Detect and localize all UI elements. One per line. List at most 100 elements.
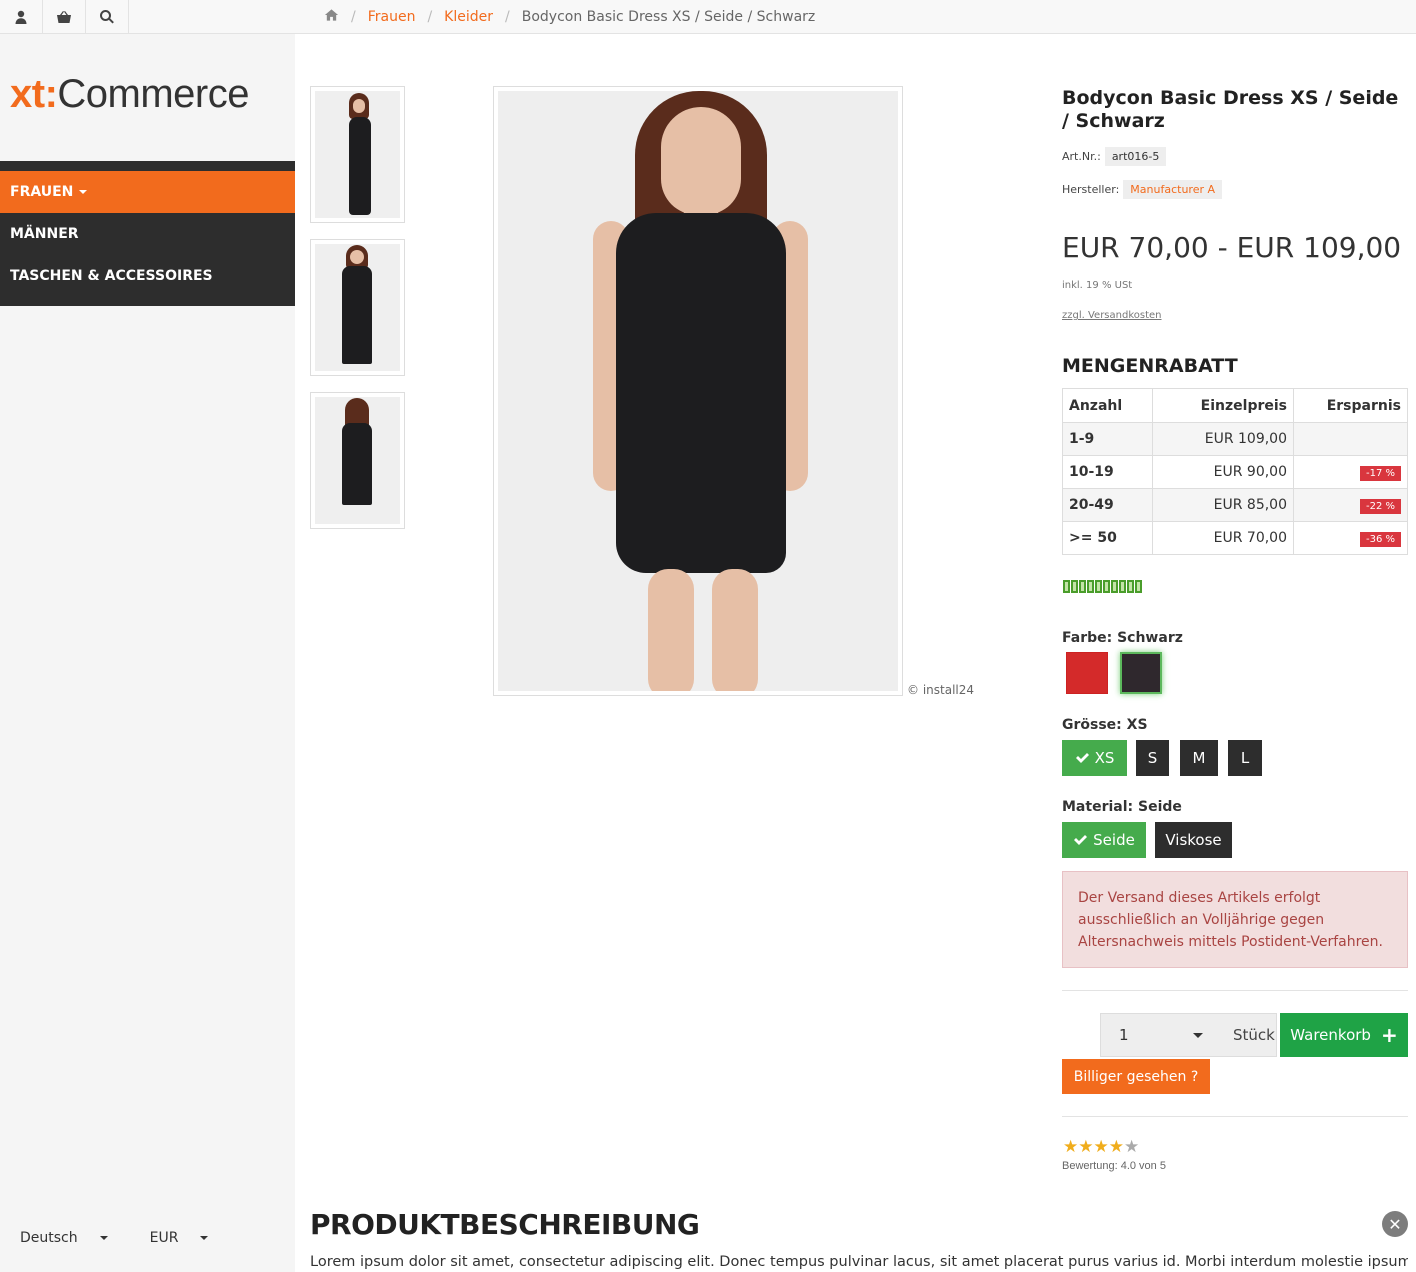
column-header-anzahl: Anzahl — [1062, 388, 1153, 423]
price-range: EUR 70,00 - EUR 109,00 — [1062, 231, 1402, 264]
color-swatch-red[interactable] — [1066, 652, 1108, 694]
add-to-cart-label: Warenkorb — [1290, 1026, 1371, 1044]
sidebar-footer: Deutsch EUR — [20, 1230, 250, 1246]
logo-xt: xt: — [10, 72, 58, 116]
table-row: 20-49 EUR 85,00 -22 % — [1062, 488, 1408, 522]
nav-item-label: MÄNNER — [10, 226, 79, 242]
qty-cell: 10-19 — [1062, 455, 1153, 489]
breadcrumb-frauen[interactable]: Frauen — [368, 9, 416, 25]
thumbnail-3[interactable] — [310, 392, 405, 529]
nav-item-label: FRAUEN — [10, 184, 74, 200]
plus-icon: + — [1380, 1023, 1398, 1047]
language-select[interactable]: Deutsch — [20, 1230, 108, 1246]
size-option-m[interactable]: M — [1180, 740, 1218, 776]
breadcrumb-separator: / — [505, 8, 510, 25]
material-option-seide[interactable]: Seide — [1062, 822, 1146, 858]
basket-button[interactable] — [43, 0, 86, 33]
price-cell: EUR 85,00 — [1152, 488, 1294, 522]
currency-select[interactable]: EUR — [150, 1230, 209, 1246]
star-icon: ★ — [1078, 1137, 1094, 1157]
table-header-row: Anzahl Einzelpreis Ersparnis — [1062, 388, 1408, 423]
star-icon: ★ — [1093, 1137, 1109, 1157]
home-link[interactable] — [324, 8, 339, 26]
article-number-value: art016-5 — [1104, 147, 1167, 166]
saving-cell: -22 % — [1293, 488, 1408, 522]
table-row: 1-9 EUR 109,00 — [1062, 422, 1408, 456]
material-option-viskose[interactable]: Viskose — [1155, 822, 1232, 858]
thumbnail-2[interactable] — [310, 239, 405, 376]
size-option-label: XS — [1094, 749, 1115, 767]
material-option-label: Viskose — [1165, 831, 1222, 849]
manufacturer: Hersteller: Manufacturer A — [1062, 180, 1408, 199]
size-option-label: M — [1192, 749, 1206, 767]
age-verification-alert: Der Versand dieses Artikels erfolgt auss… — [1062, 871, 1408, 968]
star-icon: ★ — [1108, 1137, 1124, 1157]
language-value: Deutsch — [20, 1230, 78, 1246]
discount-badge: -22 % — [1359, 499, 1401, 514]
discount-badge: -36 % — [1359, 532, 1401, 547]
tax-note: inkl. 19 % USt — [1062, 280, 1133, 291]
user-icon — [15, 10, 27, 24]
size-option-s[interactable]: S — [1136, 740, 1169, 776]
price-cell: EUR 70,00 — [1152, 521, 1294, 555]
color-swatch-black[interactable] — [1120, 652, 1162, 694]
close-icon[interactable]: ✕ — [1382, 1211, 1408, 1237]
material-label: Material: Seide — [1062, 799, 1182, 815]
thumbnail-image — [315, 91, 400, 218]
size-label: Grösse: XS — [1062, 717, 1148, 733]
qty-cell: >= 50 — [1062, 521, 1153, 555]
size-option-l[interactable]: L — [1228, 740, 1262, 776]
star-empty-icon: ★ — [1124, 1137, 1140, 1157]
cheaper-seen-button[interactable]: Billiger gesehen ? — [1062, 1059, 1210, 1094]
rating-stars: ★ ★ ★ ★ ★ — [1063, 1139, 1139, 1156]
caret-down-icon — [200, 1236, 209, 1240]
star-icon: ★ — [1063, 1137, 1079, 1157]
product-title: Bodycon Basic Dress XS / Seide / Schwarz — [1062, 87, 1399, 132]
home-icon — [324, 8, 339, 21]
breadcrumb-kleider[interactable]: Kleider — [444, 9, 493, 25]
quantity-unit: Stück — [1233, 1026, 1275, 1044]
rating-text: Bewertung: 4.0 von 5 — [1062, 1160, 1166, 1172]
stock-indicator — [1063, 580, 1143, 593]
breadcrumb-current: Bodycon Basic Dress XS / Seide / Schwarz — [521, 8, 816, 25]
quantity-value: 1 — [1119, 1026, 1129, 1044]
caret-down-icon — [99, 1236, 108, 1240]
quantity-select[interactable]: 1 Stück — [1100, 1013, 1277, 1057]
size-option-label: S — [1147, 749, 1158, 767]
divider — [1062, 990, 1408, 991]
logo-commerce: Commerce — [57, 72, 249, 116]
size-option-xs[interactable]: XS — [1062, 740, 1127, 776]
add-to-cart-button[interactable]: Warenkorb + — [1280, 1013, 1408, 1057]
nav-item-frauen[interactable]: FRAUEN — [0, 171, 295, 213]
discount-badge: -17 % — [1359, 466, 1401, 481]
search-button[interactable] — [86, 0, 129, 33]
sidebar: xt:Commerce FRAUEN MÄNNER TASCHEN & ACCE… — [0, 34, 295, 1272]
article-number: Art.Nr.: art016-5 — [1062, 147, 1408, 166]
basket-icon — [57, 10, 71, 23]
main-product-image[interactable] — [493, 86, 903, 696]
image-copyright: © install24 — [907, 683, 975, 697]
material-option-label: Seide — [1093, 831, 1135, 849]
search-icon — [100, 9, 114, 23]
qty-cell: 20-49 — [1062, 488, 1153, 522]
divider — [1062, 1116, 1408, 1117]
logo[interactable]: xt:Commerce — [10, 72, 249, 116]
nav-item-maenner[interactable]: MÄNNER — [0, 213, 295, 255]
shipping-costs-link[interactable]: zzgl. Versandkosten — [1062, 310, 1162, 321]
thumbnail-image — [315, 397, 400, 524]
check-icon — [1075, 753, 1089, 763]
column-header-einzelpreis: Einzelpreis — [1152, 388, 1294, 423]
check-icon — [1074, 835, 1088, 845]
manufacturer-link[interactable]: Manufacturer A — [1123, 180, 1223, 199]
price-cell: EUR 109,00 — [1152, 422, 1294, 456]
top-bar: / Frauen / Kleider / Bodycon Basic Dress… — [0, 0, 1416, 34]
caret-down-icon — [1193, 1032, 1203, 1038]
saving-cell — [1293, 422, 1408, 456]
user-button[interactable] — [0, 0, 43, 33]
mengenrabatt-table: Anzahl Einzelpreis Ersparnis 1-9 EUR 109… — [1062, 388, 1408, 555]
nav-item-taschen[interactable]: TASCHEN & ACCESSOIRES — [0, 255, 295, 297]
thumbnail-image — [315, 244, 400, 371]
column-header-ersparnis: Ersparnis — [1293, 388, 1408, 423]
currency-value: EUR — [149, 1230, 179, 1246]
thumbnail-1[interactable] — [310, 86, 405, 223]
